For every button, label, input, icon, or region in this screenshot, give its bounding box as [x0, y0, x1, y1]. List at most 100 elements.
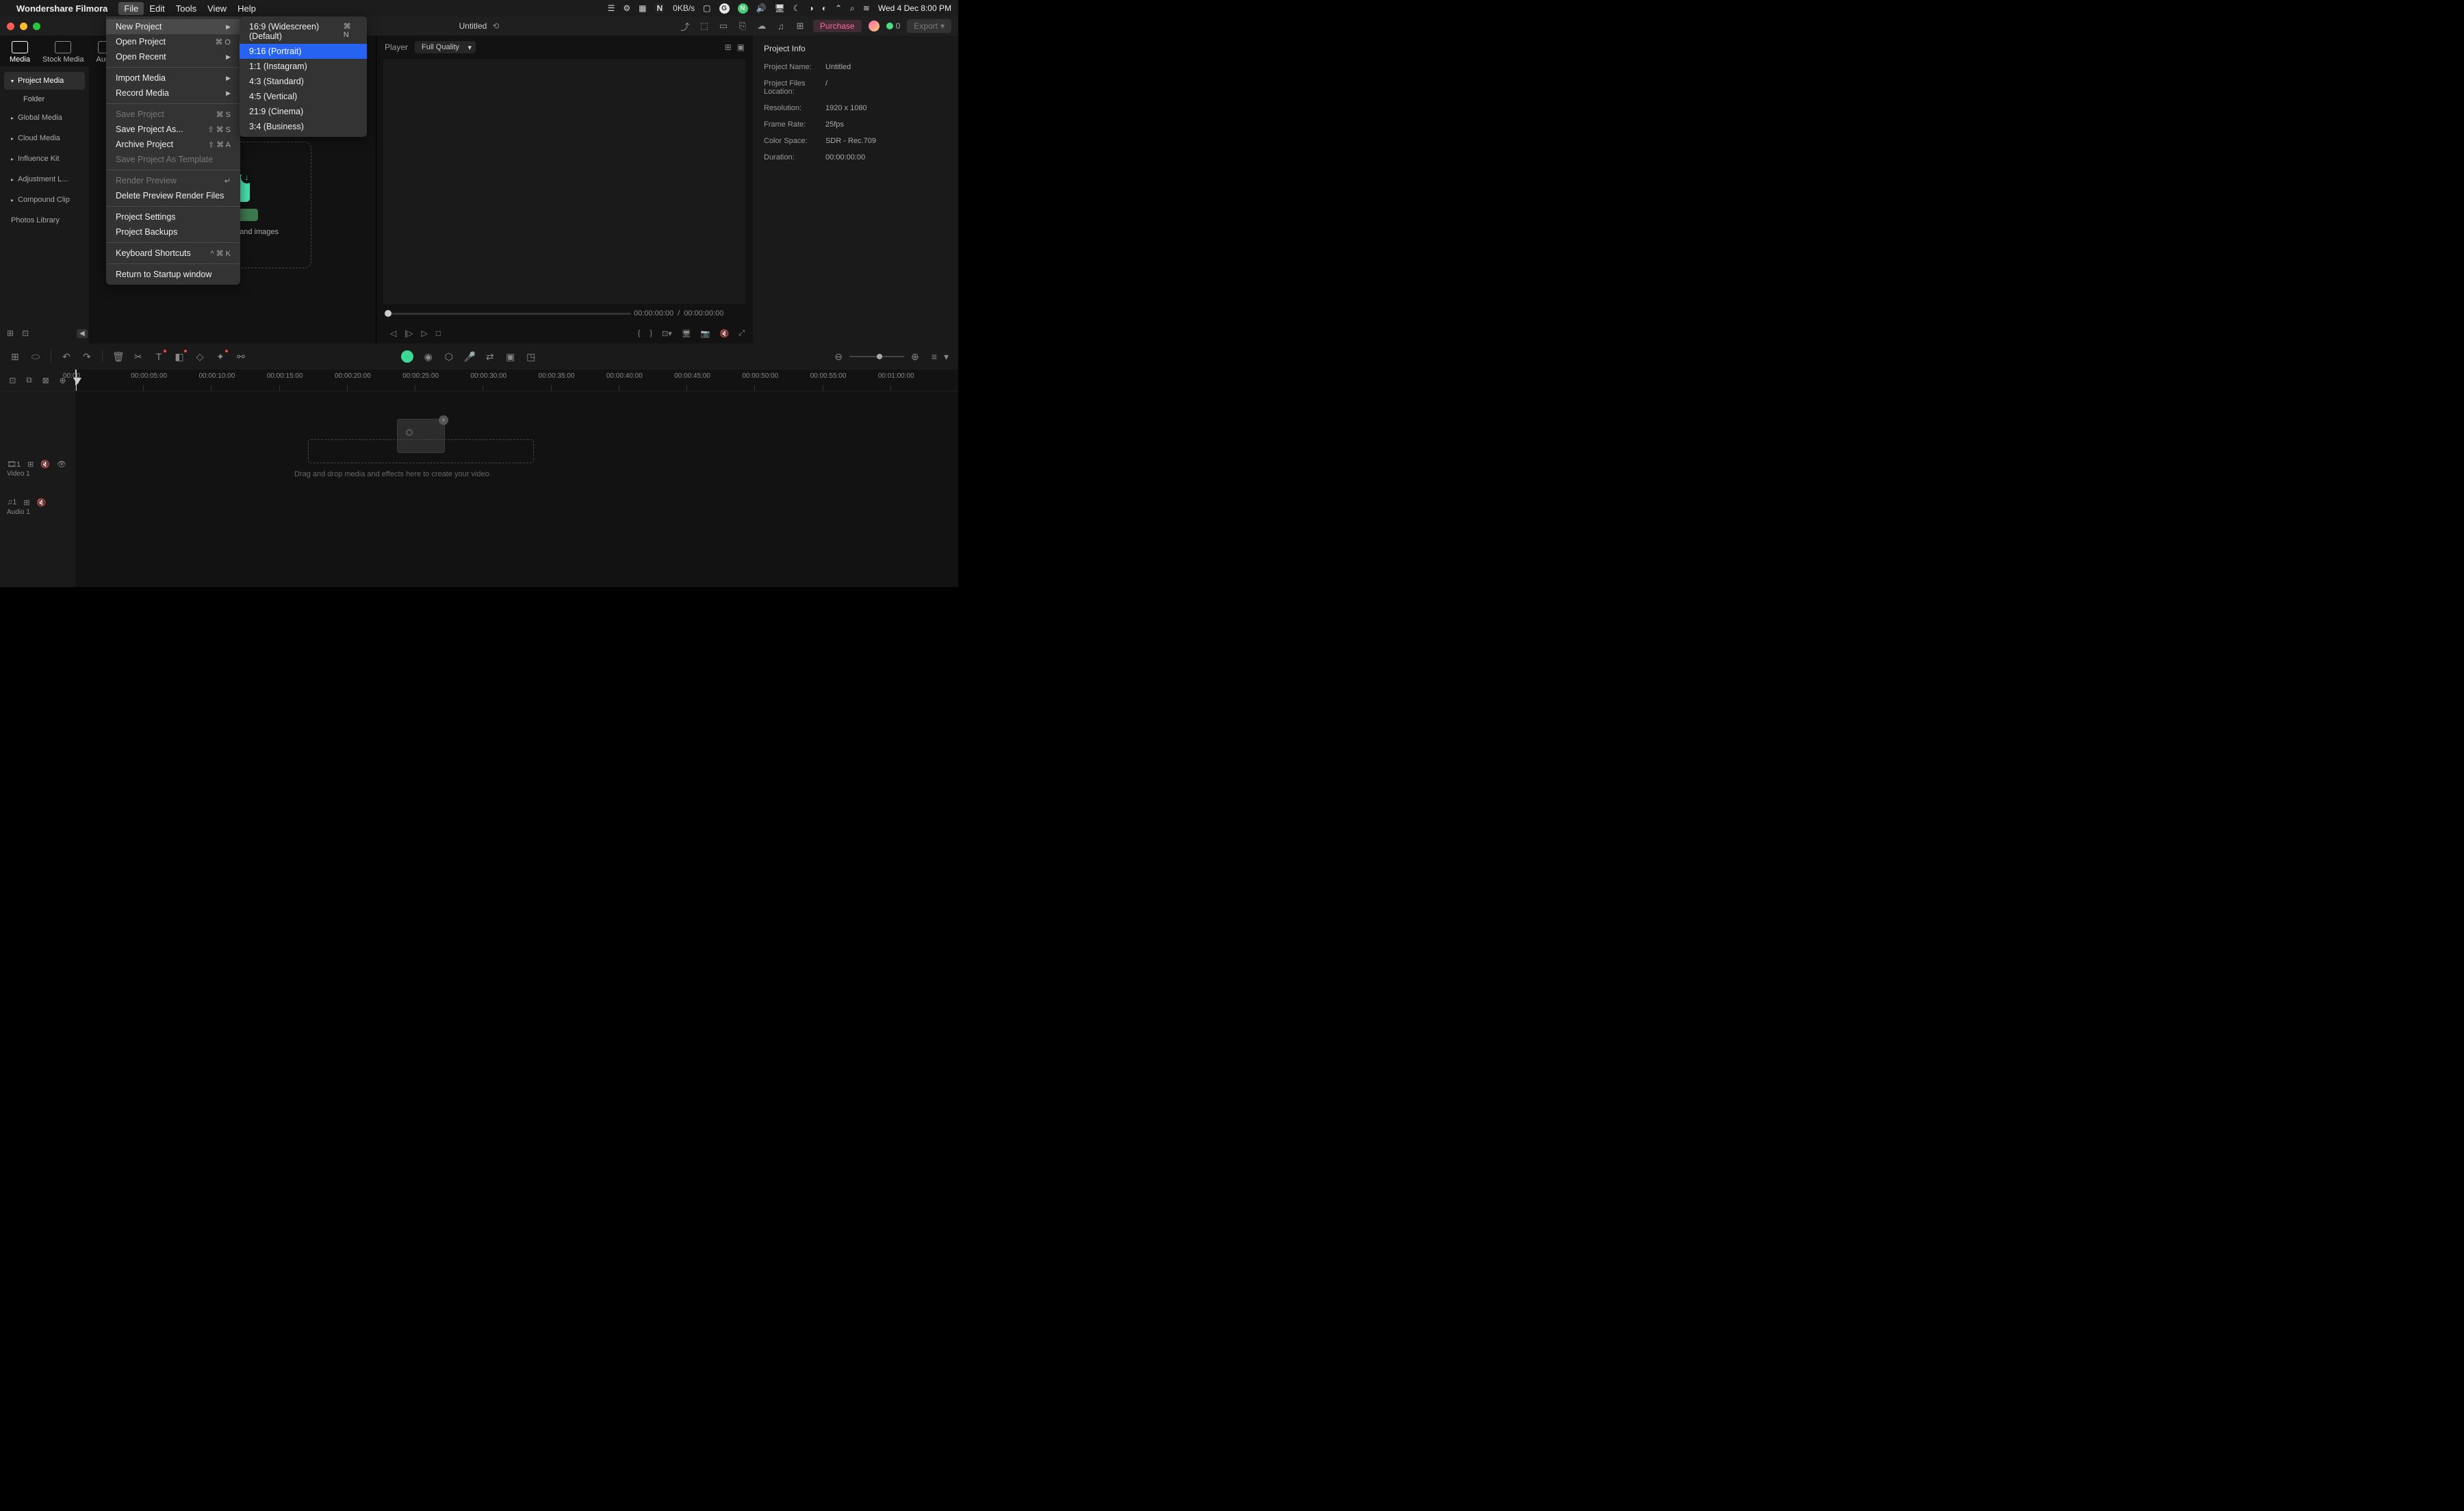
add-icon[interactable]: + [439, 415, 448, 425]
submenu-item-3-4-business-[interactable]: 3:4 (Business) [240, 119, 367, 134]
sidebar-item-adjustment[interactable]: ▸Adjustment L... [4, 170, 85, 188]
sidebar-collapse-button[interactable]: ◀ [77, 329, 88, 338]
moon-icon[interactable]: ☾ [793, 3, 801, 13]
submenu-item-9-16-portrait-[interactable]: 9:16 (Portrait) [240, 44, 367, 59]
wifi-icon[interactable]: ⌃ [835, 3, 842, 13]
submenu-item-16-9-widescreen-default-[interactable]: 16:9 (Widescreen)(Default)⌘ N [240, 19, 367, 44]
marker-icon[interactable]: ◳ [526, 351, 537, 363]
video-icon[interactable]: 🎞1 [7, 460, 21, 469]
sidebar-item-influence-kit[interactable]: ▸Influence Kit [4, 150, 85, 168]
tray-icon-grid[interactable]: ▦ [639, 3, 646, 13]
aspect-icon[interactable]: ⊡▾ [662, 329, 672, 338]
sidebar-item-project-media[interactable]: ▾Project Media [4, 72, 85, 90]
sidebar-item-compound-clip[interactable]: ▸Compound Clip [4, 191, 85, 209]
tab-stock-media[interactable]: Stock Media [42, 41, 84, 64]
zoom-fit-icon[interactable]: ≡ [932, 351, 937, 362]
mic-icon[interactable]: 🎤 [464, 351, 475, 363]
play-button[interactable]: ▷ [422, 328, 428, 338]
lasso-icon[interactable]: ⬭ [30, 351, 41, 363]
trash-icon[interactable]: 🗑 [112, 351, 123, 363]
crop-icon[interactable]: ◧ [174, 351, 185, 363]
headphones-icon[interactable]: ♫ [775, 21, 787, 31]
menu-help[interactable]: Help [232, 2, 261, 15]
mute-icon[interactable]: 🔇 [719, 329, 729, 338]
shield-icon[interactable]: ⬡ [444, 351, 454, 363]
menu-view[interactable]: View [202, 2, 232, 15]
menu-item-record-media[interactable]: Record Media▶ [106, 86, 240, 101]
app-name[interactable]: Wondershare Filmora [16, 3, 107, 14]
ruler-ticks[interactable]: 00:00 00:00:05:00 00:00:10:00 00:00:15:0… [75, 370, 958, 391]
tray-icon-g[interactable]: G [719, 3, 730, 14]
menu-item-import-media[interactable]: Import Media▶ [106, 70, 240, 86]
fullscreen-icon[interactable]: ⤢ [739, 329, 745, 338]
minimize-button[interactable] [20, 23, 27, 30]
redo-button[interactable]: ↷ [81, 351, 92, 363]
menu-item-project-backups[interactable]: Project Backups [106, 224, 240, 240]
prev-button[interactable]: ◁ [390, 328, 396, 338]
folder-icon[interactable]: ⊞ [27, 460, 34, 469]
menu-item-save-project-as-[interactable]: Save Project As...⇧ ⌘ S [106, 122, 240, 137]
visible-icon[interactable]: 👁 [57, 460, 66, 469]
view-image-icon[interactable]: ▣ [737, 42, 745, 52]
link-icon[interactable]: ⚯ [235, 351, 246, 363]
new-bin-icon[interactable]: ⊡ [22, 328, 29, 338]
tray-icon-display[interactable]: ▢ [703, 3, 710, 13]
bracket-close-icon[interactable]: } [650, 329, 652, 337]
cut-icon[interactable]: ✂ [133, 351, 144, 363]
display-icon[interactable]: 🖥 [774, 3, 784, 13]
zoom-more-icon[interactable]: ▾ [944, 351, 949, 363]
sidebar-item-photos-library[interactable]: Photos Library [4, 211, 85, 229]
zoom-in-button[interactable]: ⊕ [911, 351, 919, 363]
undo-button[interactable]: ↶ [61, 351, 72, 363]
folder-icon[interactable]: ⊞ [23, 498, 29, 507]
volume-icon[interactable]: 🔊 [756, 3, 767, 13]
close-button[interactable] [7, 23, 14, 30]
save-icon[interactable]: ⎘ [736, 21, 749, 31]
apps-icon[interactable]: ⊞ [794, 21, 806, 31]
panel-icon-2[interactable]: ▭ [717, 21, 730, 31]
menu-item-return-to-startup-window[interactable]: Return to Startup window [106, 267, 240, 282]
player-viewport[interactable] [383, 59, 746, 304]
menu-item-delete-preview-render-files[interactable]: Delete Preview Render Files [106, 188, 240, 203]
search-icon[interactable]: ⌕ [850, 3, 855, 14]
tray-icon-1[interactable]: ☰ [608, 3, 615, 13]
menu-edit[interactable]: Edit [144, 2, 170, 15]
mixer-icon[interactable]: ⇄ [485, 351, 496, 363]
menu-item-new-project[interactable]: New Project▶ [106, 19, 240, 34]
menu-item-project-settings[interactable]: Project Settings [106, 209, 240, 224]
zoom-slider[interactable] [849, 356, 904, 357]
view-grid-icon[interactable]: ⊞ [725, 42, 732, 52]
control-center-icon[interactable]: ≋ [863, 3, 870, 13]
effects-icon[interactable]: ✦ [215, 351, 226, 363]
text-icon[interactable]: T [153, 351, 164, 362]
seek-track[interactable] [385, 313, 631, 315]
magnet-icon[interactable]: ⊠ [42, 376, 49, 385]
monitor-icon[interactable]: 🖥 [682, 329, 691, 338]
cloud-icon[interactable]: ☁ [756, 21, 768, 31]
menu-item-archive-project[interactable]: Archive Project⇧ ⌘ A [106, 137, 240, 152]
record-icon[interactable]: ◉ [423, 351, 434, 363]
seek-bar[interactable] [385, 313, 631, 315]
menu-item-open-recent[interactable]: Open Recent▶ [106, 49, 240, 64]
sidebar-item-folder[interactable]: Folder [4, 92, 85, 109]
user-avatar[interactable] [869, 21, 880, 31]
tray-icon-green[interactable]: N [738, 3, 748, 14]
new-folder-icon[interactable]: ⊞ [7, 328, 14, 338]
menu-item-keyboard-shortcuts[interactable]: Keyboard Shortcuts^ ⌘ K [106, 246, 240, 261]
lock-icon[interactable]: ⊡ [9, 376, 16, 385]
seek-handle[interactable] [385, 310, 392, 317]
tray-icon-settings[interactable]: ⚙ [623, 3, 630, 13]
sidebar-item-cloud-media[interactable]: ▸Cloud Media [4, 129, 85, 147]
fullscreen-button[interactable] [33, 23, 40, 30]
mute-icon[interactable]: 🔇 [37, 498, 47, 507]
grid-icon[interactable]: ⊞ [10, 351, 21, 363]
track-header-audio1[interactable]: ♫1⊞🔇 Audio 1 [7, 498, 75, 516]
zoom-out-button[interactable]: ⊖ [834, 351, 843, 363]
purchase-button[interactable]: Purchase [813, 20, 862, 32]
share-icon[interactable]: ⤴ [679, 20, 691, 33]
track-header-video1[interactable]: 🎞1⊞🔇👁 Video 1 [7, 460, 75, 478]
submenu-item-21-9-cinema-[interactable]: 21:9 (Cinema) [240, 104, 367, 119]
user-icon[interactable]: ◑ [808, 3, 813, 13]
zoom-handle[interactable] [877, 354, 882, 359]
clock[interactable]: Wed 4 Dec 8:00 PM [878, 3, 951, 13]
